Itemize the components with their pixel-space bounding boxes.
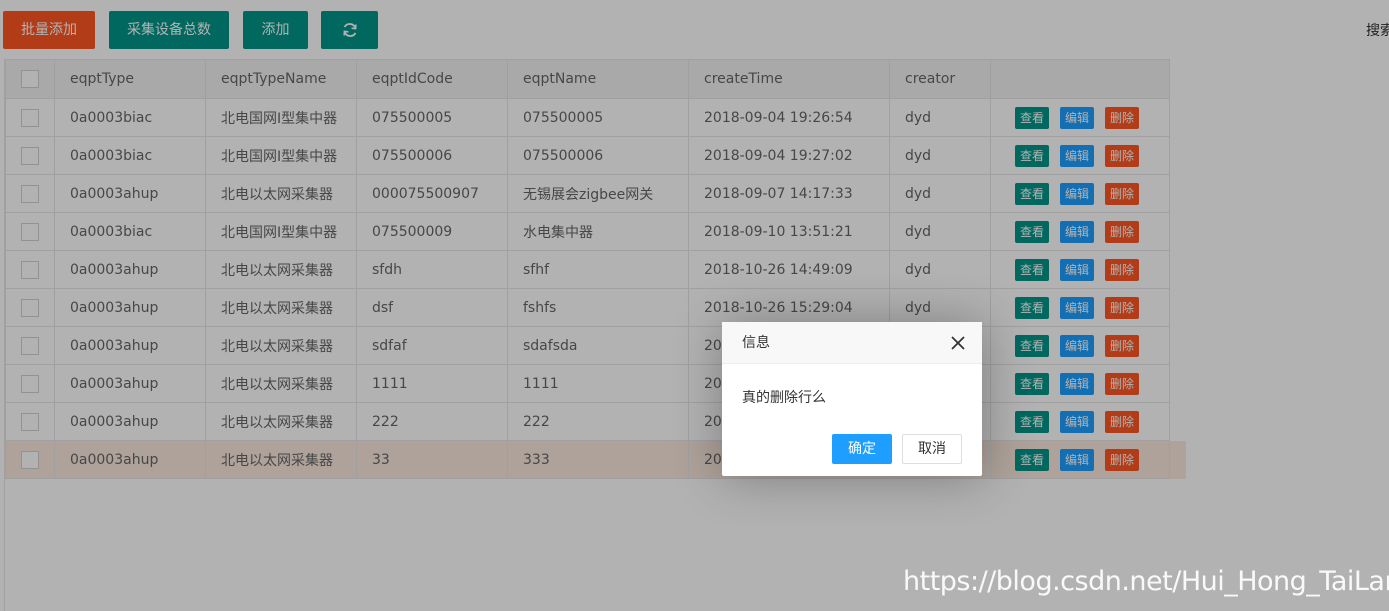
confirm-dialog: 信息 真的删除行么 确定 取消 (722, 322, 982, 476)
modal-overlay[interactable] (0, 0, 1389, 611)
close-icon[interactable] (950, 335, 966, 351)
confirm-button[interactable]: 确定 (832, 434, 892, 464)
watermark: https://blog.csdn.net/Hui_Hong_TaiLang (903, 566, 1389, 597)
dialog-title: 信息 (722, 322, 982, 364)
dialog-message: 真的删除行么 (742, 390, 826, 406)
cancel-button[interactable]: 取消 (902, 434, 962, 464)
